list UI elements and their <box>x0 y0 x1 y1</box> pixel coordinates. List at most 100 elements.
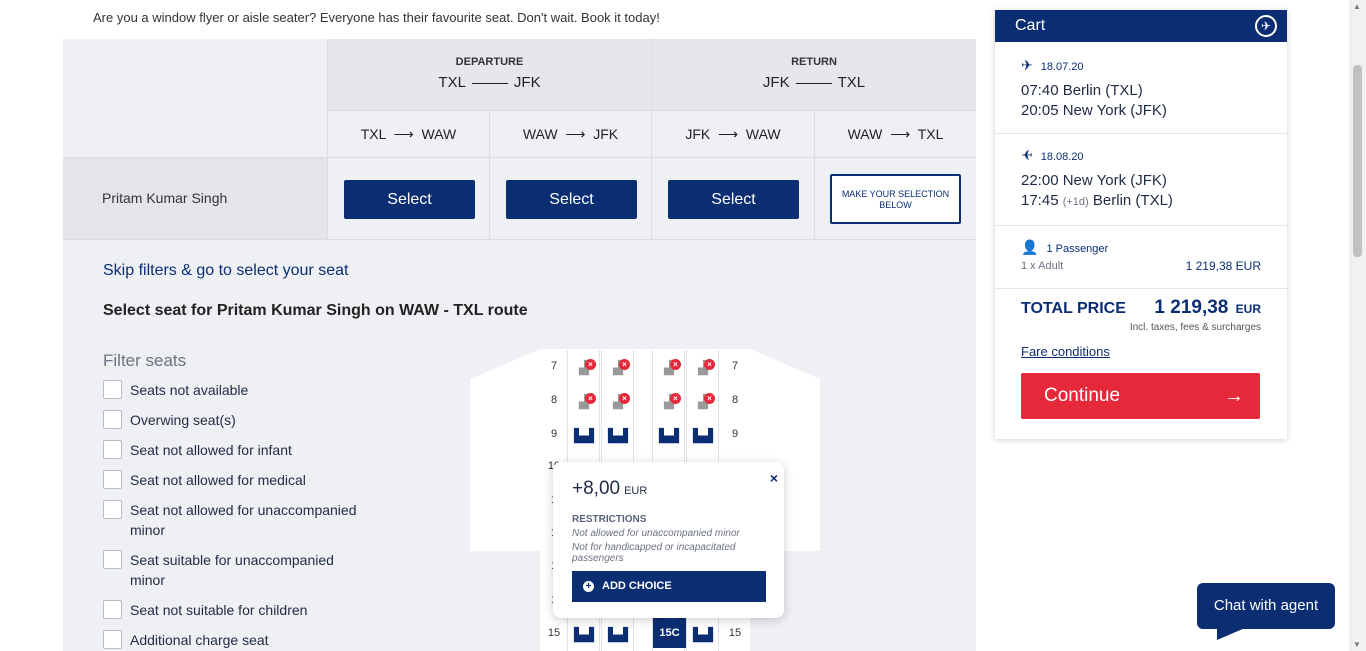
row-number: 8 <box>731 394 739 406</box>
filter-item[interactable]: Seat not suitable for children <box>103 600 363 620</box>
checkbox[interactable] <box>103 380 122 399</box>
plane-icon: ✈ <box>1021 147 1033 163</box>
close-icon[interactable]: × <box>770 470 778 486</box>
total-price-label: TOTAL PRICE <box>1021 300 1126 317</box>
checkbox[interactable] <box>103 600 122 619</box>
divider <box>995 288 1287 289</box>
return-header: RETURN JFK TXL <box>652 39 976 110</box>
route-arrow-icon <box>795 83 832 84</box>
scroll-down-icon[interactable]: ▼ <box>1353 640 1361 649</box>
select-cell-2: Select <box>490 158 651 239</box>
divider <box>63 239 976 240</box>
seat-available[interactable]: ▙▟ <box>691 626 715 644</box>
divider <box>327 110 976 111</box>
filter-item[interactable]: Seat not allowed for medical <box>103 470 363 490</box>
seat-unavailable: ▟ × <box>606 393 630 411</box>
select-seat-button-2[interactable]: Select <box>506 180 637 219</box>
segment-4: WAW ⟶ TXL <box>815 111 976 157</box>
restriction-text: Not allowed for unaccompanied minor <box>572 528 740 539</box>
departure-from: TXL <box>438 74 466 91</box>
checkbox[interactable] <box>103 470 122 489</box>
seat-selection-grid: DEPARTURE TXL JFK RETURN JFK TXL TXL ⟶ WAW… <box>63 39 976 651</box>
outbound-arrival: 20:05 New York (JFK) <box>1021 102 1167 119</box>
filter-item[interactable]: Seats not available <box>103 380 363 400</box>
total-incl-note: Incl. taxes, fees & surcharges <box>1129 322 1261 333</box>
seat-available[interactable]: ▙▟ <box>691 427 715 445</box>
checkbox[interactable] <box>103 500 122 519</box>
segment-1: TXL ⟶ WAW <box>328 111 489 157</box>
scrollbar[interactable]: ▲ ▼ <box>1349 0 1366 651</box>
checkbox[interactable] <box>103 410 122 429</box>
return-to: TXL <box>837 74 866 91</box>
filter-item[interactable]: Seat not allowed for unaccompanied minor <box>103 500 363 540</box>
make-selection-below-button[interactable]: MAKE YOUR SELECTION BELOW <box>830 174 961 224</box>
checkbox[interactable] <box>103 550 122 569</box>
plus-icon: + <box>583 581 594 592</box>
row-number: 7 <box>550 360 558 372</box>
restrictions-title: RESTRICTIONS <box>572 514 647 525</box>
popup-pointer <box>663 618 679 626</box>
seat-available[interactable]: ▙▟ <box>572 626 596 644</box>
departure-label: DEPARTURE <box>455 56 524 68</box>
inbound-departure: 22:00 New York (JFK) <box>1021 172 1167 189</box>
departure-header: DEPARTURE TXL JFK <box>328 39 651 110</box>
inbound-date: ✈ 18.08.20 <box>1021 147 1084 163</box>
departure-to: JFK <box>513 74 541 91</box>
seat-unavailable: ▟ × <box>691 393 715 411</box>
row-number: 7 <box>731 360 739 372</box>
divider <box>814 111 815 239</box>
divider <box>651 39 652 239</box>
return-route: JFK TXL <box>652 74 976 91</box>
row-number: 8 <box>550 394 558 406</box>
seat-unavailable: ▟ × <box>606 359 630 377</box>
passengers-summary: 👤 1 Passenger <box>1021 239 1109 255</box>
chat-with-agent-button[interactable]: Chat with agent <box>1197 583 1335 629</box>
select-seat-button-1[interactable]: Select <box>344 180 475 219</box>
select-seat-button-3[interactable]: Select <box>668 180 799 219</box>
seat-unavailable: ▟ × <box>657 393 681 411</box>
departure-route: TXL JFK <box>328 74 651 91</box>
seat-info-popup: +8,00 EUR × RESTRICTIONS Not allowed for … <box>553 462 784 626</box>
segment-2: WAW ⟶ JFK <box>490 111 651 157</box>
select-cell-4: MAKE YOUR SELECTION BELOW <box>815 158 976 239</box>
checkbox[interactable] <box>103 440 122 459</box>
scrollbar-thumb[interactable] <box>1353 65 1362 257</box>
scroll-up-icon[interactable]: ▲ <box>1353 2 1361 11</box>
add-choice-button[interactable]: + ADD CHOICE <box>572 571 766 602</box>
outbound-departure: 07:40 Berlin (TXL) <box>1021 82 1143 99</box>
filter-title: Filter seats <box>103 351 187 370</box>
divider <box>995 133 1287 134</box>
chat-bubble-tail <box>1217 628 1245 640</box>
intro-text: Are you a window flyer or aisle seater? … <box>93 10 660 25</box>
arrow-right-icon: → <box>1224 385 1244 407</box>
divider <box>995 225 1287 226</box>
divider <box>63 157 976 158</box>
seat-available[interactable]: ▙▟ <box>606 626 630 644</box>
passenger-name: Pritam Kumar Singh <box>63 158 327 239</box>
row-number: 9 <box>731 428 739 440</box>
seat-price: +8,00 EUR <box>572 478 648 499</box>
continue-button[interactable]: Continue → <box>1021 373 1260 419</box>
restriction-text: Not for handicapped or incapacitated pas… <box>572 542 736 564</box>
airline-logo-icon: ✈ <box>1255 15 1277 37</box>
fare-conditions-link[interactable]: Fare conditions <box>1021 344 1110 359</box>
checkbox[interactable] <box>103 630 122 649</box>
return-label: RETURN <box>791 56 837 68</box>
seat-available[interactable]: ▙▟ <box>606 427 630 445</box>
select-cell-3: Select <box>652 158 814 239</box>
seat-unavailable: ▟ × <box>572 359 596 377</box>
row-number: 15 <box>547 627 561 639</box>
seat-available[interactable]: ▙▟ <box>572 427 596 445</box>
seat-unavailable: ▟ × <box>657 359 681 377</box>
filter-item[interactable]: Additional charge seat <box>103 630 363 650</box>
filter-item[interactable]: Overwing seat(s) <box>103 410 363 430</box>
skip-filters-link[interactable]: Skip filters & go to select your seat <box>103 262 348 280</box>
filter-item[interactable]: Seat not allowed for infant <box>103 440 363 460</box>
route-arrow-icon <box>471 83 508 84</box>
segment-3: JFK ⟶ WAW <box>652 111 814 157</box>
divider <box>327 39 328 239</box>
page: Are you a window flyer or aisle seater? … <box>0 0 1366 651</box>
seat-available[interactable]: ▙▟ <box>657 427 681 445</box>
filter-item[interactable]: Seat suitable for unaccompanied minor <box>103 550 363 590</box>
cart-title: Cart <box>1015 17 1046 34</box>
